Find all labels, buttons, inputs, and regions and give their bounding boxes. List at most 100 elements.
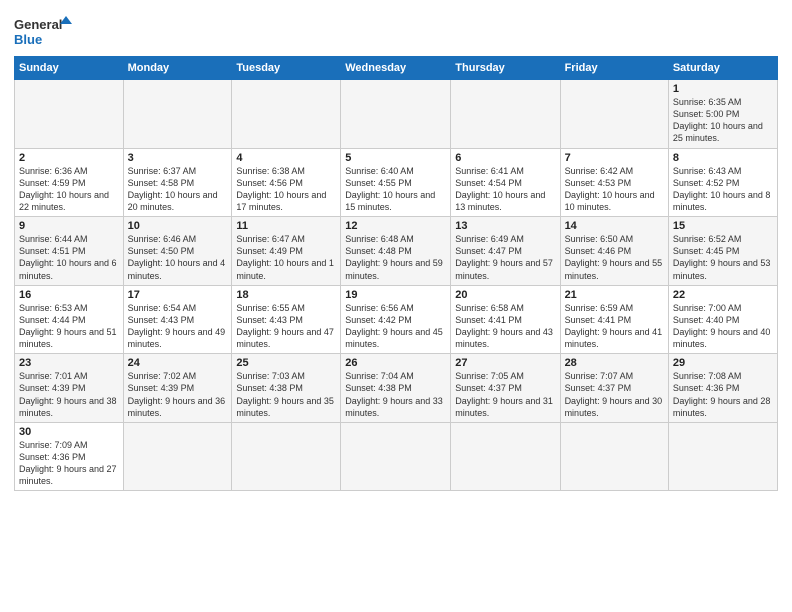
day-number: 5	[345, 152, 446, 164]
calendar-cell: 18Sunrise: 6:55 AM Sunset: 4:43 PM Dayli…	[232, 285, 341, 354]
day-info: Sunrise: 6:37 AM Sunset: 4:58 PM Dayligh…	[128, 165, 228, 214]
day-number: 24	[128, 357, 228, 369]
day-info: Sunrise: 6:58 AM Sunset: 4:41 PM Dayligh…	[455, 302, 555, 351]
day-info: Sunrise: 6:35 AM Sunset: 5:00 PM Dayligh…	[673, 96, 773, 145]
week-row-3: 9Sunrise: 6:44 AM Sunset: 4:51 PM Daylig…	[15, 217, 778, 286]
day-info: Sunrise: 6:52 AM Sunset: 4:45 PM Dayligh…	[673, 233, 773, 282]
week-row-1: 1Sunrise: 6:35 AM Sunset: 5:00 PM Daylig…	[15, 80, 778, 149]
weekday-monday: Monday	[123, 57, 232, 80]
day-info: Sunrise: 6:42 AM Sunset: 4:53 PM Dayligh…	[565, 165, 664, 214]
day-info: Sunrise: 6:46 AM Sunset: 4:50 PM Dayligh…	[128, 233, 228, 282]
calendar-cell: 10Sunrise: 6:46 AM Sunset: 4:50 PM Dayli…	[123, 217, 232, 286]
calendar-cell	[341, 422, 451, 491]
day-number: 15	[673, 220, 773, 232]
calendar-cell: 4Sunrise: 6:38 AM Sunset: 4:56 PM Daylig…	[232, 148, 341, 217]
day-info: Sunrise: 6:55 AM Sunset: 4:43 PM Dayligh…	[236, 302, 336, 351]
day-info: Sunrise: 7:01 AM Sunset: 4:39 PM Dayligh…	[19, 370, 119, 419]
day-info: Sunrise: 7:03 AM Sunset: 4:38 PM Dayligh…	[236, 370, 336, 419]
day-number: 22	[673, 289, 773, 301]
logo: General Blue	[14, 14, 74, 50]
calendar-cell	[15, 80, 124, 149]
calendar-cell: 15Sunrise: 6:52 AM Sunset: 4:45 PM Dayli…	[668, 217, 777, 286]
day-number: 11	[236, 220, 336, 232]
day-number: 10	[128, 220, 228, 232]
day-number: 14	[565, 220, 664, 232]
calendar-cell: 25Sunrise: 7:03 AM Sunset: 4:38 PM Dayli…	[232, 354, 341, 423]
day-number: 8	[673, 152, 773, 164]
day-number: 26	[345, 357, 446, 369]
calendar-cell: 13Sunrise: 6:49 AM Sunset: 4:47 PM Dayli…	[451, 217, 560, 286]
calendar-cell: 5Sunrise: 6:40 AM Sunset: 4:55 PM Daylig…	[341, 148, 451, 217]
weekday-wednesday: Wednesday	[341, 57, 451, 80]
calendar-cell: 9Sunrise: 6:44 AM Sunset: 4:51 PM Daylig…	[15, 217, 124, 286]
day-number: 17	[128, 289, 228, 301]
day-info: Sunrise: 6:56 AM Sunset: 4:42 PM Dayligh…	[345, 302, 446, 351]
day-info: Sunrise: 7:00 AM Sunset: 4:40 PM Dayligh…	[673, 302, 773, 351]
day-number: 29	[673, 357, 773, 369]
calendar-cell	[123, 80, 232, 149]
calendar-cell: 11Sunrise: 6:47 AM Sunset: 4:49 PM Dayli…	[232, 217, 341, 286]
svg-text:General: General	[14, 17, 62, 32]
weekday-saturday: Saturday	[668, 57, 777, 80]
calendar-cell: 3Sunrise: 6:37 AM Sunset: 4:58 PM Daylig…	[123, 148, 232, 217]
day-number: 9	[19, 220, 119, 232]
day-number: 6	[455, 152, 555, 164]
day-number: 30	[19, 426, 119, 438]
day-number: 27	[455, 357, 555, 369]
day-number: 4	[236, 152, 336, 164]
weekday-thursday: Thursday	[451, 57, 560, 80]
weekday-header-row: SundayMondayTuesdayWednesdayThursdayFrid…	[15, 57, 778, 80]
calendar-cell	[451, 80, 560, 149]
svg-text:Blue: Blue	[14, 32, 42, 47]
calendar-cell: 24Sunrise: 7:02 AM Sunset: 4:39 PM Dayli…	[123, 354, 232, 423]
day-number: 23	[19, 357, 119, 369]
day-info: Sunrise: 7:07 AM Sunset: 4:37 PM Dayligh…	[565, 370, 664, 419]
calendar-cell	[232, 80, 341, 149]
day-number: 21	[565, 289, 664, 301]
day-number: 12	[345, 220, 446, 232]
day-number: 25	[236, 357, 336, 369]
calendar-cell: 23Sunrise: 7:01 AM Sunset: 4:39 PM Dayli…	[15, 354, 124, 423]
day-number: 13	[455, 220, 555, 232]
day-info: Sunrise: 7:08 AM Sunset: 4:36 PM Dayligh…	[673, 370, 773, 419]
day-info: Sunrise: 6:54 AM Sunset: 4:43 PM Dayligh…	[128, 302, 228, 351]
calendar-cell: 6Sunrise: 6:41 AM Sunset: 4:54 PM Daylig…	[451, 148, 560, 217]
calendar-cell: 29Sunrise: 7:08 AM Sunset: 4:36 PM Dayli…	[668, 354, 777, 423]
calendar-cell: 16Sunrise: 6:53 AM Sunset: 4:44 PM Dayli…	[15, 285, 124, 354]
header: General Blue	[14, 10, 778, 50]
calendar-cell: 21Sunrise: 6:59 AM Sunset: 4:41 PM Dayli…	[560, 285, 668, 354]
calendar-cell: 27Sunrise: 7:05 AM Sunset: 4:37 PM Dayli…	[451, 354, 560, 423]
day-info: Sunrise: 7:09 AM Sunset: 4:36 PM Dayligh…	[19, 439, 119, 488]
calendar-cell	[560, 422, 668, 491]
day-info: Sunrise: 7:04 AM Sunset: 4:38 PM Dayligh…	[345, 370, 446, 419]
day-number: 28	[565, 357, 664, 369]
day-number: 19	[345, 289, 446, 301]
day-info: Sunrise: 7:05 AM Sunset: 4:37 PM Dayligh…	[455, 370, 555, 419]
calendar-cell	[341, 80, 451, 149]
day-info: Sunrise: 6:43 AM Sunset: 4:52 PM Dayligh…	[673, 165, 773, 214]
day-number: 2	[19, 152, 119, 164]
day-info: Sunrise: 6:59 AM Sunset: 4:41 PM Dayligh…	[565, 302, 664, 351]
day-info: Sunrise: 6:41 AM Sunset: 4:54 PM Dayligh…	[455, 165, 555, 214]
logo-svg: General Blue	[14, 14, 74, 50]
calendar-cell	[560, 80, 668, 149]
weekday-tuesday: Tuesday	[232, 57, 341, 80]
calendar-cell: 22Sunrise: 7:00 AM Sunset: 4:40 PM Dayli…	[668, 285, 777, 354]
calendar-cell: 30Sunrise: 7:09 AM Sunset: 4:36 PM Dayli…	[15, 422, 124, 491]
calendar-cell: 28Sunrise: 7:07 AM Sunset: 4:37 PM Dayli…	[560, 354, 668, 423]
calendar-cell: 12Sunrise: 6:48 AM Sunset: 4:48 PM Dayli…	[341, 217, 451, 286]
day-number: 1	[673, 83, 773, 95]
day-number: 18	[236, 289, 336, 301]
calendar-cell	[232, 422, 341, 491]
calendar-cell: 8Sunrise: 6:43 AM Sunset: 4:52 PM Daylig…	[668, 148, 777, 217]
weekday-sunday: Sunday	[15, 57, 124, 80]
day-info: Sunrise: 6:53 AM Sunset: 4:44 PM Dayligh…	[19, 302, 119, 351]
calendar-cell: 7Sunrise: 6:42 AM Sunset: 4:53 PM Daylig…	[560, 148, 668, 217]
day-info: Sunrise: 6:50 AM Sunset: 4:46 PM Dayligh…	[565, 233, 664, 282]
day-info: Sunrise: 6:48 AM Sunset: 4:48 PM Dayligh…	[345, 233, 446, 282]
week-row-5: 23Sunrise: 7:01 AM Sunset: 4:39 PM Dayli…	[15, 354, 778, 423]
day-number: 7	[565, 152, 664, 164]
calendar-cell: 14Sunrise: 6:50 AM Sunset: 4:46 PM Dayli…	[560, 217, 668, 286]
day-number: 20	[455, 289, 555, 301]
calendar-cell: 17Sunrise: 6:54 AM Sunset: 4:43 PM Dayli…	[123, 285, 232, 354]
